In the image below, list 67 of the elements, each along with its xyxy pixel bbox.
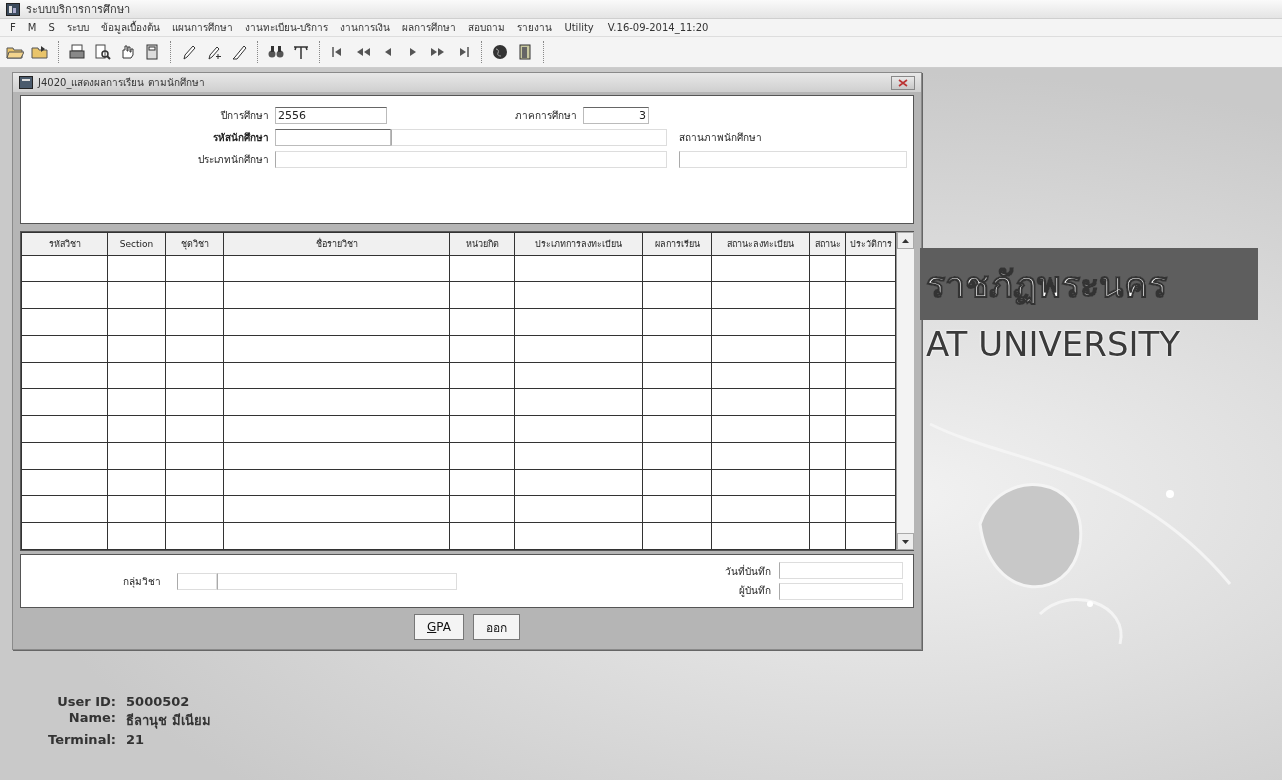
field-label: รหัสนักศึกษา	[212, 131, 269, 145]
field-label: วันที่บันทึก	[725, 564, 771, 579]
menu-item[interactable]: แผนการศึกษา	[165, 20, 239, 35]
menu-item[interactable]: ระบบ	[60, 20, 95, 35]
university-english-name: AT UNIVERSITY	[926, 324, 1181, 364]
menu-item[interactable]: F	[4, 22, 22, 33]
group-name-field[interactable]	[217, 572, 457, 590]
scroll-down-icon[interactable]	[902, 539, 909, 544]
menu-item[interactable]: Utility	[558, 22, 600, 33]
student-type-field[interactable]	[275, 151, 667, 168]
university-thai-name: ราชภัฏพระนคร	[926, 262, 1167, 307]
calculator-icon[interactable]	[143, 43, 161, 61]
app-icon	[6, 2, 20, 16]
column-header: หน่วยกิต	[449, 232, 515, 256]
year-field[interactable]: 2556	[275, 107, 387, 124]
pencil-icon[interactable]	[180, 43, 198, 61]
menu-item[interactable]: สอบถาม	[462, 20, 512, 35]
folder-arrow-icon[interactable]	[31, 43, 49, 61]
field-label: กลุ่มวิชา	[122, 574, 161, 589]
door-icon[interactable]	[516, 43, 534, 61]
column-header: ประวัติการ	[845, 232, 896, 256]
group-code-field[interactable]	[177, 572, 217, 590]
name-label: Name:	[67, 710, 117, 727]
field-label: ปีการศึกษา	[219, 109, 269, 123]
print-preview-icon[interactable]	[93, 43, 111, 61]
column-header: ประเภทการลงทะเบียน	[514, 232, 643, 256]
field-label: ผู้บันทึก	[738, 584, 771, 598]
field-label: สถานภาพนักศึกษา	[679, 131, 762, 145]
menu-item[interactable]: ผลการศึกษา	[396, 20, 463, 35]
menu-item[interactable]: M	[21, 22, 43, 33]
column-header: ผลการเรียน	[642, 232, 712, 256]
scrollbar[interactable]	[896, 232, 914, 550]
saved-date-field[interactable]	[779, 562, 903, 579]
exit-button[interactable]: ออก	[473, 614, 520, 640]
menu-item[interactable]: งานทะเบียน-บริการ	[238, 20, 335, 35]
user-name: ธีลานุช มีเนียม	[126, 712, 211, 731]
menu-item[interactable]: ข้อมูลเบื้องต้น	[94, 20, 166, 35]
column-header: Section	[107, 232, 166, 256]
close-button[interactable]	[891, 75, 915, 90]
field-label: ประเภทนักศึกษา	[197, 153, 269, 167]
column-header: สถานะ	[809, 232, 846, 256]
student-name-field[interactable]	[391, 129, 667, 146]
terminal-value: 21	[126, 732, 146, 747]
user-id-label: User ID:	[56, 694, 117, 709]
scroll-up-icon[interactable]	[902, 238, 909, 243]
pencil-icon[interactable]	[230, 43, 248, 61]
semester-field[interactable]: 3	[583, 107, 649, 124]
printer-icon[interactable]	[68, 43, 86, 61]
form-icon	[19, 76, 33, 89]
menu-item[interactable]: รายงาน	[511, 20, 559, 35]
terminal-label: Terminal:	[48, 732, 117, 747]
menu-item[interactable]: S	[42, 22, 61, 33]
user-id-value: 5000502	[126, 694, 191, 709]
gpa-button[interactable]: GPA	[414, 614, 464, 640]
window-title: J4020_แสดงผลการเรียน ตามนักศึกษา	[38, 76, 206, 90]
close-icon	[898, 78, 908, 87]
column-header: ชื่อรายวิชา	[223, 232, 450, 256]
saved-by-field[interactable]	[779, 583, 903, 600]
student-id-field[interactable]	[275, 129, 391, 146]
version-label: V.16-09-2014_11:20	[606, 22, 710, 33]
field-label: ภาคการศึกษา	[514, 109, 577, 123]
column-header: สถานะลงทะเบียน	[711, 232, 810, 256]
column-header: รหัสวิชา	[21, 232, 108, 256]
column-header: ชุดวิชา	[165, 232, 224, 256]
app-title: ระบบบริการการศึกษา	[26, 2, 130, 18]
student-status-field[interactable]	[679, 151, 907, 168]
menu-item[interactable]: งานการเงิน	[334, 20, 397, 35]
